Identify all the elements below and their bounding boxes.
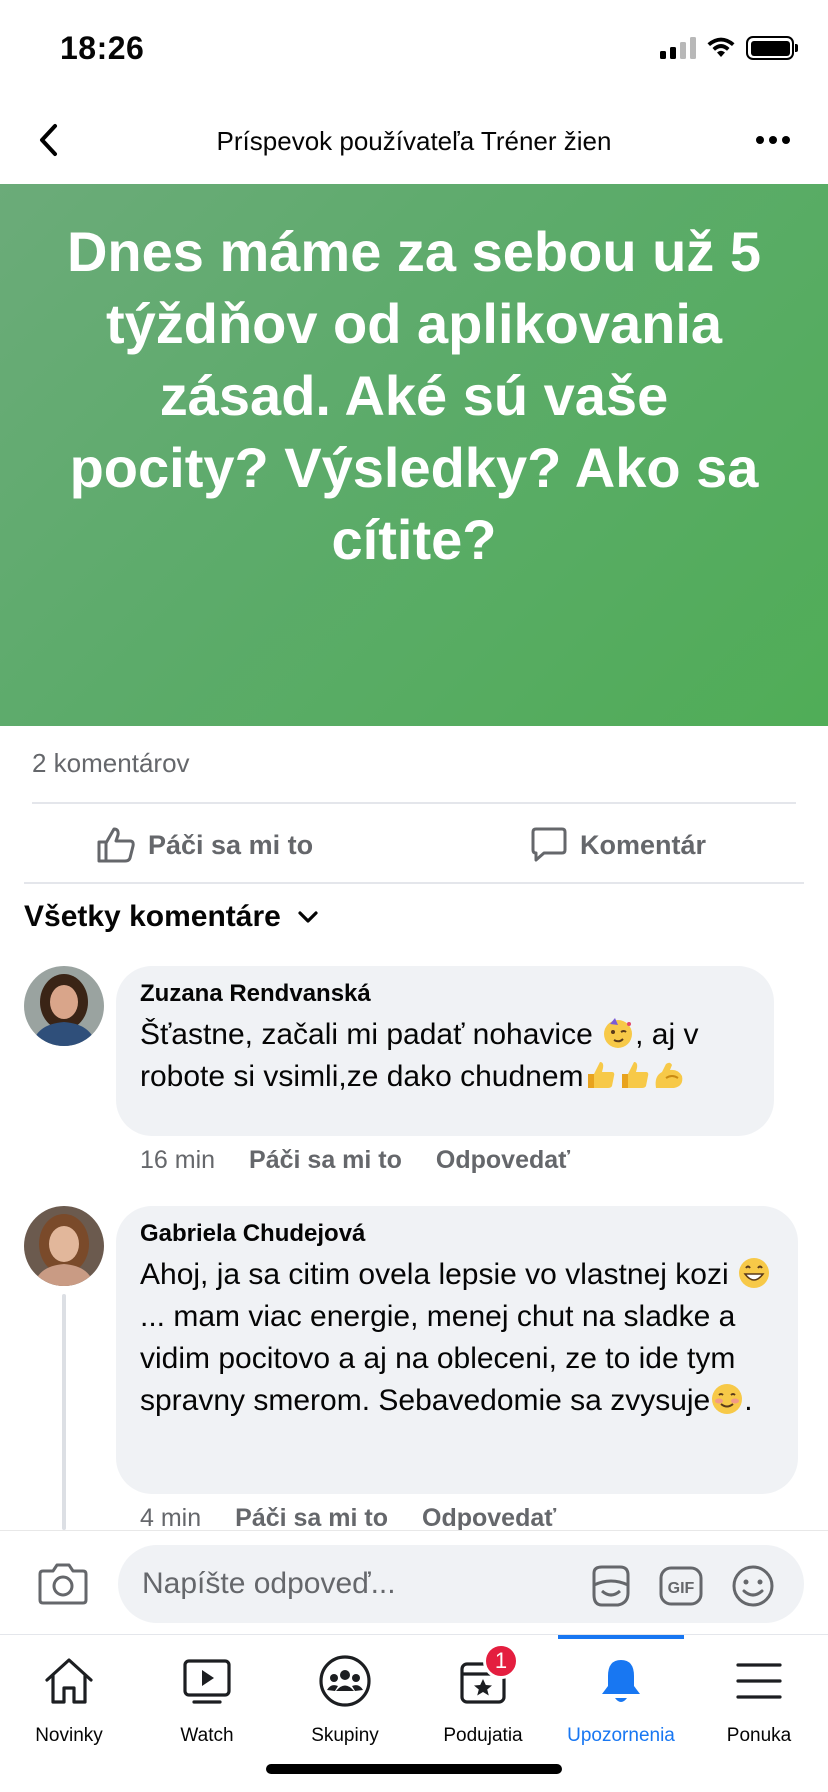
thread-line bbox=[62, 1294, 66, 1530]
tab-label: Watch bbox=[180, 1725, 234, 1746]
comment-meta: 16 min Páči sa mi to Odpovedať bbox=[140, 1146, 570, 1175]
action-bar: Páči sa mi to Komentár bbox=[0, 804, 828, 886]
post-banner: Dnes máme za sebou už 5 týždňov od aplik… bbox=[0, 184, 828, 726]
camera-button[interactable] bbox=[38, 1561, 88, 1605]
cellular-signal-icon bbox=[660, 37, 696, 59]
notification-badge: 1 bbox=[483, 1643, 519, 1679]
thumbs-up-icon bbox=[97, 827, 135, 863]
thumbs-up-emoji-icon bbox=[587, 1062, 614, 1088]
like-label: Páči sa mi to bbox=[148, 829, 314, 860]
header-title: Príspevok používateľa Tréner žien bbox=[216, 126, 612, 156]
reply-input[interactable]: Napíšte odpoveď... GIF bbox=[118, 1545, 804, 1623]
more-dot-icon bbox=[756, 136, 764, 144]
avatar[interactable] bbox=[24, 1206, 104, 1286]
post-header: Príspevok používateľa Tréner žien bbox=[0, 96, 828, 184]
comment-reply-button[interactable]: Odpovedať bbox=[422, 1504, 556, 1533]
home-indicator[interactable] bbox=[266, 1764, 562, 1774]
status-bar: 18:26 bbox=[0, 0, 828, 96]
divider bbox=[24, 882, 804, 884]
reply-composer: Napíšte odpoveď... GIF bbox=[0, 1530, 828, 1634]
gif-icon[interactable]: GIF bbox=[658, 1563, 704, 1609]
grinning-face-emoji-icon bbox=[738, 1258, 769, 1288]
home-icon bbox=[41, 1653, 97, 1709]
tab-label: Novinky bbox=[35, 1725, 103, 1746]
battery-icon bbox=[746, 36, 798, 60]
comment-like-button[interactable]: Páči sa mi to bbox=[235, 1504, 388, 1533]
more-dot-icon bbox=[769, 136, 777, 144]
comment-bubble: Gabriela Chudejová Ahoj, ja sa citim ove… bbox=[116, 1206, 798, 1494]
status-time: 18:26 bbox=[60, 30, 145, 66]
tab-podujatia[interactable]: 1 Podujatia bbox=[414, 1643, 552, 1763]
comments-filter-label: Všetky komentáre bbox=[24, 900, 281, 933]
comment-text: Šťastne, začali mi padať nohavice , aj v… bbox=[140, 1014, 750, 1098]
comment-time: 4 min bbox=[140, 1504, 202, 1532]
comments-filter[interactable]: Všetky komentáre bbox=[24, 900, 319, 934]
watch-icon bbox=[179, 1653, 235, 1709]
comment-button[interactable]: Komentár bbox=[530, 804, 706, 886]
like-button[interactable]: Páči sa mi to bbox=[96, 804, 313, 886]
comment-meta: 4 min Páči sa mi to Odpovedať bbox=[140, 1504, 556, 1533]
reply-placeholder: Napíšte odpoveď... bbox=[142, 1567, 396, 1600]
tab-label: Podujatia bbox=[443, 1725, 523, 1746]
tab-label: Ponuka bbox=[726, 1725, 792, 1746]
tab-watch[interactable]: Watch bbox=[138, 1653, 276, 1763]
events-icon: 1 bbox=[455, 1643, 519, 1709]
avatar[interactable] bbox=[24, 966, 104, 1046]
emoji-icon[interactable] bbox=[730, 1563, 776, 1609]
thumbs-up-emoji-icon bbox=[621, 1062, 648, 1088]
comment-author[interactable]: Zuzana Rendvanská bbox=[140, 980, 750, 1008]
chevron-down-icon bbox=[298, 911, 318, 923]
comment-text: Ahoj, ja sa citim ovela lepsie vo vlastn… bbox=[140, 1254, 774, 1422]
tab-ponuka[interactable]: Ponuka bbox=[690, 1653, 828, 1763]
more-options-button[interactable] bbox=[748, 114, 798, 166]
flexed-biceps-emoji-icon bbox=[655, 1062, 682, 1088]
comment-time: 16 min bbox=[140, 1146, 216, 1174]
status-icons bbox=[660, 36, 798, 60]
comment-text-part: . bbox=[744, 1384, 753, 1417]
comment-text-part: Šťastne, začali mi padať nohavice bbox=[140, 1018, 602, 1051]
comment-bubble-icon bbox=[531, 827, 567, 862]
tab-skupiny[interactable]: Skupiny bbox=[276, 1653, 414, 1763]
party-face-emoji-icon bbox=[604, 1018, 633, 1048]
comment-count[interactable]: 2 komentárov bbox=[32, 748, 190, 779]
bell-icon bbox=[593, 1653, 649, 1709]
svg-text:GIF: GIF bbox=[668, 1580, 695, 1597]
comment-label: Komentár bbox=[580, 829, 707, 860]
comment-reply-button[interactable]: Odpovedať bbox=[436, 1146, 570, 1175]
comment-text-part: Ahoj, ja sa citim ovela lepsie vo vlastn… bbox=[140, 1258, 737, 1291]
tab-label: Skupiny bbox=[311, 1725, 379, 1746]
active-tab-indicator bbox=[558, 1635, 684, 1639]
comment-text-part: ... mam viac energie, menej chut na slad… bbox=[140, 1300, 736, 1417]
comment-author[interactable]: Gabriela Chudejová bbox=[140, 1220, 774, 1248]
avatar-sticker-icon[interactable] bbox=[588, 1563, 634, 1609]
comment-like-button[interactable]: Páči sa mi to bbox=[249, 1146, 402, 1175]
post-text: Dnes máme za sebou už 5 týždňov od aplik… bbox=[66, 220, 761, 571]
more-dot-icon bbox=[782, 136, 790, 144]
tab-label: Upozornenia bbox=[567, 1725, 675, 1746]
camera-icon bbox=[38, 1563, 88, 1605]
comment-bubble: Zuzana Rendvanská Šťastne, začali mi pad… bbox=[116, 966, 774, 1136]
smiling-face-emoji-icon bbox=[712, 1384, 743, 1414]
groups-icon bbox=[317, 1653, 373, 1709]
tab-novinky[interactable]: Novinky bbox=[0, 1653, 138, 1763]
wifi-icon bbox=[707, 37, 735, 57]
tab-upozornenia[interactable]: Upozornenia bbox=[552, 1653, 690, 1763]
menu-icon bbox=[731, 1653, 787, 1709]
